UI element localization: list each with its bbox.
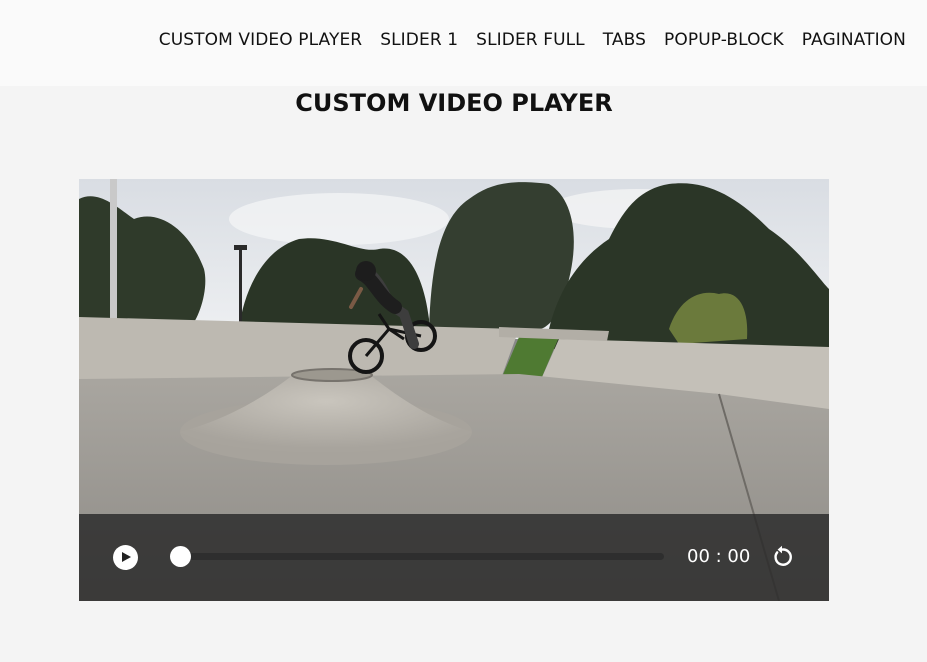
main-nav: CUSTOM VIDEO PLAYER SLIDER 1 SLIDER FULL…	[150, 28, 915, 52]
play-icon	[122, 552, 131, 562]
replay-icon	[774, 545, 792, 566]
page-title: CUSTOM VIDEO PLAYER	[295, 89, 613, 117]
progress-thumb[interactable]	[170, 546, 191, 567]
nav-item-custom-video-player[interactable]: CUSTOM VIDEO PLAYER	[150, 28, 371, 52]
play-button[interactable]	[113, 545, 138, 570]
top-header: CUSTOM VIDEO PLAYER SLIDER 1 SLIDER FULL…	[0, 0, 927, 86]
progress-track[interactable]	[170, 546, 664, 567]
controls-bar: 00 : 00	[79, 514, 829, 601]
nav-item-popup-block[interactable]: POPUP-BLOCK	[655, 28, 793, 52]
replay-button[interactable]	[769, 544, 795, 570]
nav-item-pagination[interactable]: PAGINATION	[793, 28, 915, 52]
video-player[interactable]: 00 : 00	[79, 179, 829, 601]
nav-item-tabs[interactable]: TABS	[594, 28, 655, 52]
nav-item-slider-full[interactable]: SLIDER FULL	[467, 28, 594, 52]
time-display: 00 : 00	[687, 546, 751, 567]
nav-item-slider-1[interactable]: SLIDER 1	[371, 28, 467, 52]
